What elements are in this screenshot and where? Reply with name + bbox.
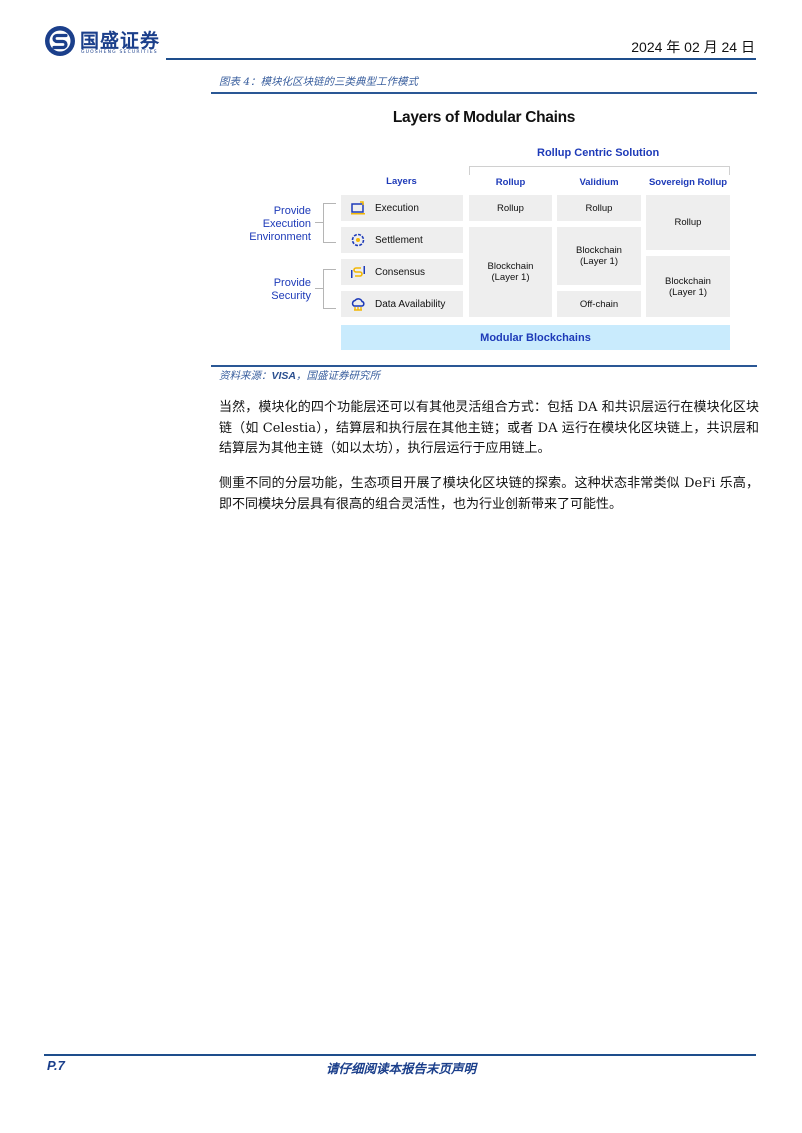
body-paragraph: 当然，模块化的四个功能层还可以有其他灵活组合方式：包括 DA 和共识层运行在模块…: [219, 400, 759, 456]
figure-caption: 图表 4：模块化区块链的三类典型工作模式: [219, 76, 419, 88]
logo-chinese-name: 国盛证券: [80, 30, 161, 52]
logo-english-name: GUOSHENG SECURITIES: [81, 50, 158, 55]
modular-chains-diagram: Layers of Modular Chains Rollup Centric …: [211, 95, 757, 363]
column-header-rollup: Rollup: [495, 177, 526, 188]
layer-label: Settlement: [375, 234, 423, 246]
cloud-icon: [351, 298, 365, 311]
cell-rollup-blockchain: Blockchain (Layer 1): [469, 227, 552, 317]
figure-bottom-rule: [211, 365, 757, 367]
layer-label: Data Availability: [375, 298, 446, 310]
cell-sovereign-rollup: Rollup: [646, 195, 730, 250]
cell-validium-blockchain: Blockchain (Layer 1): [557, 227, 641, 285]
layer-label: Execution: [375, 202, 419, 214]
rollup-centric-title: Rollup Centric Solution: [537, 147, 660, 159]
layer-settlement: Settlement: [341, 227, 463, 253]
layers-header: Layers: [386, 176, 417, 187]
side-label-execution-environment: Provide Execution Environment: [249, 205, 311, 243]
gear-icon: [351, 233, 365, 247]
column-header-validium: Validium: [579, 177, 619, 188]
report-date: 2024 年 02 月 24 日: [631, 39, 755, 55]
cell-validium-offchain: Off-chain: [557, 291, 641, 317]
cell-sovereign-blockchain: Blockchain (Layer 1): [646, 256, 730, 317]
bracket-execution-environment: [323, 203, 336, 243]
figure-top-rule: [211, 92, 757, 94]
bracket-tick: [315, 222, 323, 223]
layer-data-availability: Data Availability: [341, 291, 463, 317]
guosheng-logo-icon: [45, 26, 75, 56]
header-divider: [166, 58, 756, 60]
body-paragraph: 侧重不同的分层功能，生态项目开展了模块化区块链的探索。这种状态非常类似 DeFi…: [219, 476, 759, 512]
figure-source: 资料来源：VISA，国盛证券研究所: [219, 370, 381, 382]
footer-divider: [44, 1054, 756, 1056]
layer-consensus: Consensus: [341, 259, 463, 285]
footer-disclaimer: 请仔细阅读本报告末页声明: [325, 1061, 476, 1076]
bracket-tick: [315, 288, 323, 289]
layer-label: Consensus: [375, 266, 426, 278]
company-logo: 国盛证券 GUOSHENG SECURITIES: [44, 25, 164, 61]
consensus-icon: [351, 266, 365, 278]
rollup-group-bracket: [469, 166, 730, 175]
cell-rollup-execution: Rollup: [469, 195, 552, 221]
cell-validium-execution: Rollup: [557, 195, 641, 221]
diagram-title: Layers of Modular Chains: [392, 109, 576, 126]
modular-blockchains-bar: Modular Blockchains: [341, 325, 730, 350]
laptop-icon: [351, 201, 365, 215]
column-header-sovereign-rollup: Sovereign Rollup: [648, 177, 728, 188]
side-label-security: Provide Security: [271, 277, 311, 302]
layer-execution: Execution: [341, 195, 463, 221]
bracket-security: [323, 269, 336, 309]
